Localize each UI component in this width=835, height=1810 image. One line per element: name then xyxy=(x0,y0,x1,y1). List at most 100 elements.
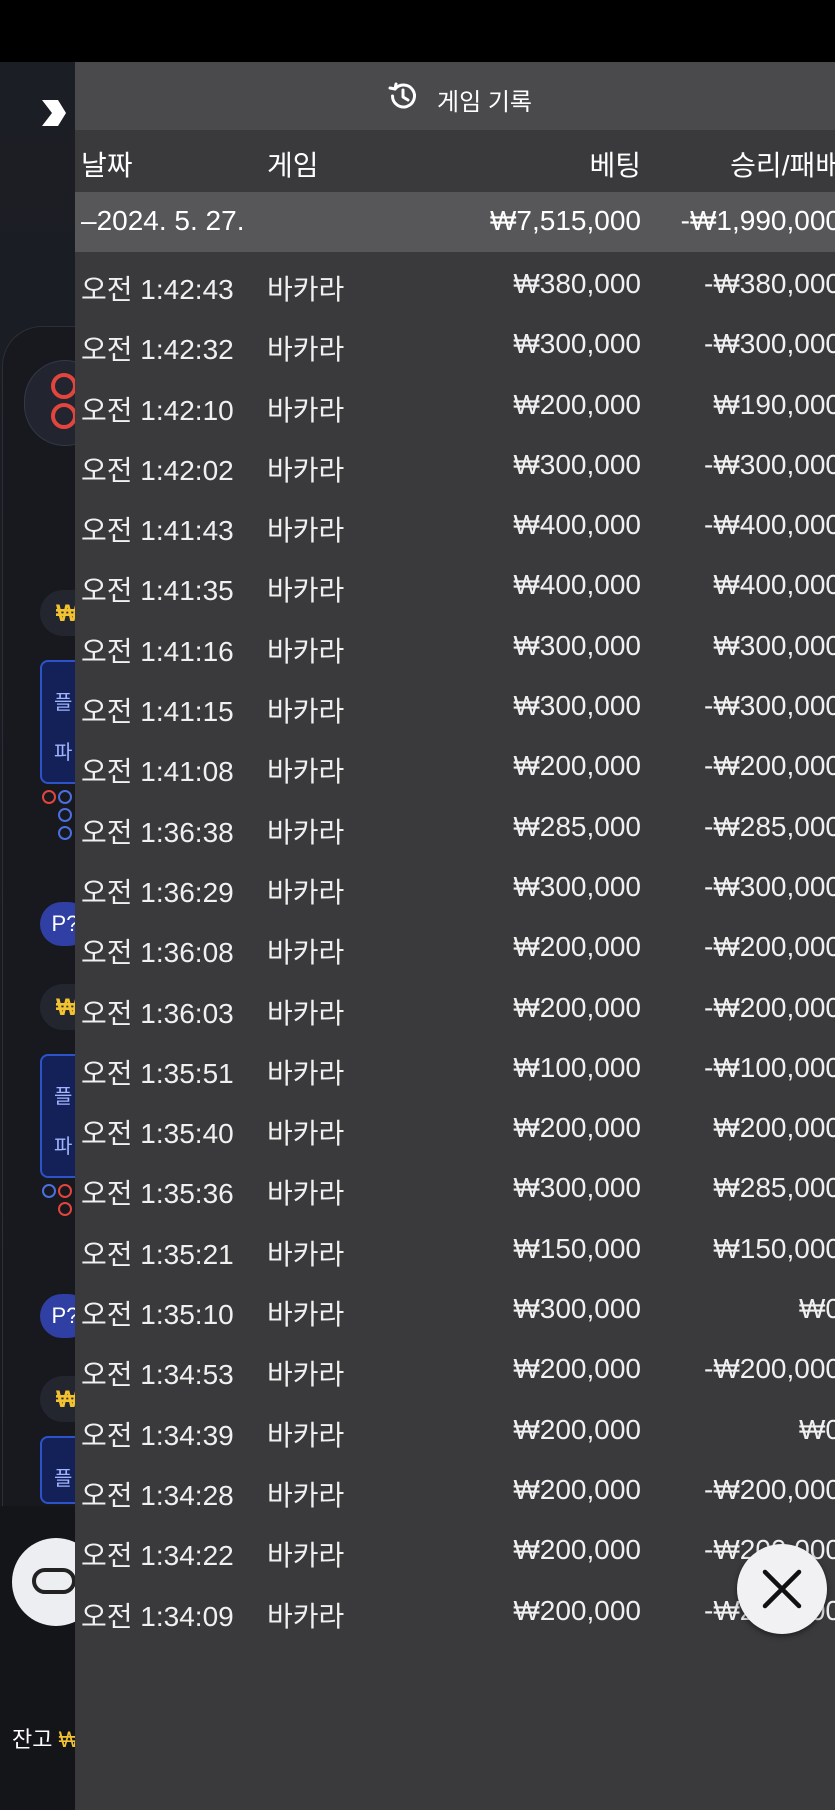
group-result-total: -₩1,990,000 xyxy=(680,205,835,236)
row-game: 바카라 xyxy=(267,1178,345,1210)
row-game: 바카라 xyxy=(267,756,345,788)
row-time: 오전 1:36:29 xyxy=(81,876,234,908)
background-roadmap xyxy=(42,1184,72,1274)
history-row[interactable]: 오전 1:35:40 바카라 ₩200,000 ₩200,000 xyxy=(75,1096,835,1156)
history-row[interactable]: 오전 1:41:08 바카라 ₩200,000 -₩200,000 xyxy=(75,734,835,794)
column-bet: 베팅 xyxy=(589,150,641,181)
row-bet: ₩400,000 xyxy=(513,509,641,541)
history-row[interactable]: 오전 1:41:15 바카라 ₩300,000 -₩300,000 xyxy=(75,674,835,734)
history-row[interactable]: 오전 1:41:43 바카라 ₩400,000 -₩400,000 xyxy=(75,493,835,553)
row-time: 오전 1:35:36 xyxy=(81,1178,234,1210)
row-result: ₩0 xyxy=(799,1413,835,1445)
row-time: 오전 1:35:21 xyxy=(81,1238,234,1270)
history-row[interactable]: 오전 1:41:16 바카라 ₩300,000 ₩300,000 xyxy=(75,614,835,674)
row-time: 오전 1:36:03 xyxy=(81,997,234,1029)
row-bet: ₩300,000 xyxy=(513,1172,641,1204)
row-result: -₩200,000 xyxy=(704,750,835,782)
history-row[interactable]: 오전 1:35:36 바카라 ₩300,000 ₩285,000 xyxy=(75,1156,835,1216)
history-row[interactable]: 오전 1:34:22바카라₩200,000-₩200,000 xyxy=(75,1518,835,1578)
row-result: -₩300,000 xyxy=(704,448,835,480)
background-roadmap xyxy=(42,790,72,880)
date-group-row[interactable]: –2024. 5. 27. ₩7,515,000 -₩1,990,000 xyxy=(75,192,835,252)
row-game: 바카라 xyxy=(267,575,345,607)
history-row[interactable]: 오전 1:36:38 바카라 ₩285,000 -₩285,000 xyxy=(75,795,835,855)
history-row[interactable]: 오전 1:42:02 바카라 ₩300,000 -₩300,000 xyxy=(75,433,835,493)
row-game: 바카라 xyxy=(267,274,345,305)
row-bet: ₩200,000 xyxy=(513,931,641,963)
red-ring-icon xyxy=(51,373,77,399)
table-header: 날짜 게임 베팅 승리/패배 xyxy=(75,130,835,192)
row-result: ₩150,000 xyxy=(713,1232,835,1264)
row-result: -₩380,000 xyxy=(704,268,835,299)
row-bet: ₩200,000 xyxy=(513,1594,641,1626)
balance-display: 잔고 ₩ xyxy=(12,1722,79,1754)
row-game: 바카라 xyxy=(267,1479,345,1511)
history-row[interactable]: 오전 1:36:29 바카라 ₩300,000 -₩300,000 xyxy=(75,855,835,915)
history-row[interactable]: 오전 1:35:21 바카라 ₩150,000 ₩150,000 xyxy=(75,1217,835,1277)
row-game: 바카라 xyxy=(267,334,345,366)
row-bet: ₩300,000 xyxy=(513,448,641,480)
row-game: 바카라 xyxy=(267,1299,345,1331)
row-bet: ₩150,000 xyxy=(513,1232,641,1264)
row-game: 바카라 xyxy=(267,1540,345,1572)
row-bet: ₩200,000 xyxy=(513,1473,641,1505)
row-bet: ₩200,000 xyxy=(513,1112,641,1144)
row-result: -₩300,000 xyxy=(704,870,835,902)
row-bet: ₩300,000 xyxy=(513,690,641,722)
row-bet: ₩200,000 xyxy=(513,750,641,782)
row-result: -₩100,000 xyxy=(704,1051,835,1083)
game-history-panel: 게임 기록 날짜 게임 베팅 승리/패배 –2024. 5. 27. ₩7,51… xyxy=(75,62,835,1810)
row-game: 바카라 xyxy=(267,1057,345,1089)
row-bet: ₩300,000 xyxy=(513,328,641,360)
history-row[interactable]: 오전 1:42:32 바카라 ₩300,000 -₩300,000 xyxy=(75,312,835,372)
row-game: 바카라 xyxy=(267,515,345,547)
row-game: 바카라 xyxy=(267,1419,345,1451)
row-time: 오전 1:41:15 xyxy=(81,696,234,728)
column-result: 승리/패배 xyxy=(730,150,835,181)
close-button[interactable] xyxy=(737,1544,827,1634)
history-row[interactable]: 오전 1:34:28 바카라 ₩200,000 -₩200,000 xyxy=(75,1458,835,1518)
app-logo-icon xyxy=(42,100,66,126)
row-time: 오전 1:36:08 xyxy=(81,937,234,969)
row-time: 오전 1:34:28 xyxy=(81,1479,234,1511)
row-result: -₩200,000 xyxy=(704,931,835,963)
row-result: ₩285,000 xyxy=(713,1172,835,1204)
row-time: 오전 1:34:39 xyxy=(81,1419,234,1451)
row-time: 오전 1:36:38 xyxy=(81,816,234,848)
row-result: ₩0 xyxy=(799,1293,835,1325)
row-bet: ₩200,000 xyxy=(513,1534,641,1566)
row-time: 오전 1:35:51 xyxy=(81,1057,234,1089)
history-row[interactable]: 오전 1:42:43 바카라 ₩380,000 -₩380,000 xyxy=(75,252,835,312)
history-row[interactable]: 오전 1:34:53 바카라 ₩200,000 -₩200,000 xyxy=(75,1337,835,1397)
row-result: -₩300,000 xyxy=(704,690,835,722)
row-game: 바카라 xyxy=(267,997,345,1029)
history-row[interactable]: 오전 1:34:39 바카라 ₩200,000 ₩0 xyxy=(75,1398,835,1458)
row-game: 바카라 xyxy=(267,1359,345,1391)
row-time: 오전 1:35:40 xyxy=(81,1118,234,1150)
history-row[interactable]: 오전 1:36:03 바카라 ₩200,000 -₩200,000 xyxy=(75,976,835,1036)
history-list: 오전 1:42:43 바카라 ₩380,000 -₩380,000 오전 1:42:32… xyxy=(75,252,835,1639)
row-time: 오전 1:42:02 xyxy=(81,454,234,486)
row-time: 오전 1:34:53 xyxy=(81,1359,234,1391)
history-row[interactable]: 오전 1:36:08 바카라 ₩200,000 -₩200,000 xyxy=(75,915,835,975)
row-game: 바카라 xyxy=(267,1238,345,1270)
history-row[interactable]: 오전 1:34:09바카라₩200,000-₩200,000 xyxy=(75,1579,835,1639)
row-time: 오전 1:34:09 xyxy=(81,1600,234,1632)
row-bet: ₩380,000 xyxy=(513,268,641,299)
player-box-sub: 파 xyxy=(54,742,73,764)
balance-label: 잔고 xyxy=(12,1727,53,1752)
column-game: 게임 xyxy=(267,150,319,181)
row-bet: ₩400,000 xyxy=(513,569,641,601)
history-row[interactable]: 오전 1:35:51 바카라 ₩100,000 -₩100,000 xyxy=(75,1036,835,1096)
row-result: ₩300,000 xyxy=(713,629,835,661)
row-bet: ₩200,000 xyxy=(513,991,641,1023)
row-bet: ₩200,000 xyxy=(513,1413,641,1445)
history-row[interactable]: 오전 1:42:10 바카라 ₩200,000 ₩190,000 xyxy=(75,373,835,433)
row-result: -₩200,000 xyxy=(704,1353,835,1385)
panel-header: 게임 기록 xyxy=(75,62,835,131)
history-row[interactable]: 오전 1:41:35 바카라 ₩400,000 ₩400,000 xyxy=(75,553,835,613)
row-game: 바카라 xyxy=(267,1118,345,1150)
row-time: 오전 1:34:22 xyxy=(81,1540,234,1572)
history-row[interactable]: 오전 1:35:10 바카라 ₩300,000 ₩0 xyxy=(75,1277,835,1337)
row-time: 오전 1:41:08 xyxy=(81,756,234,788)
